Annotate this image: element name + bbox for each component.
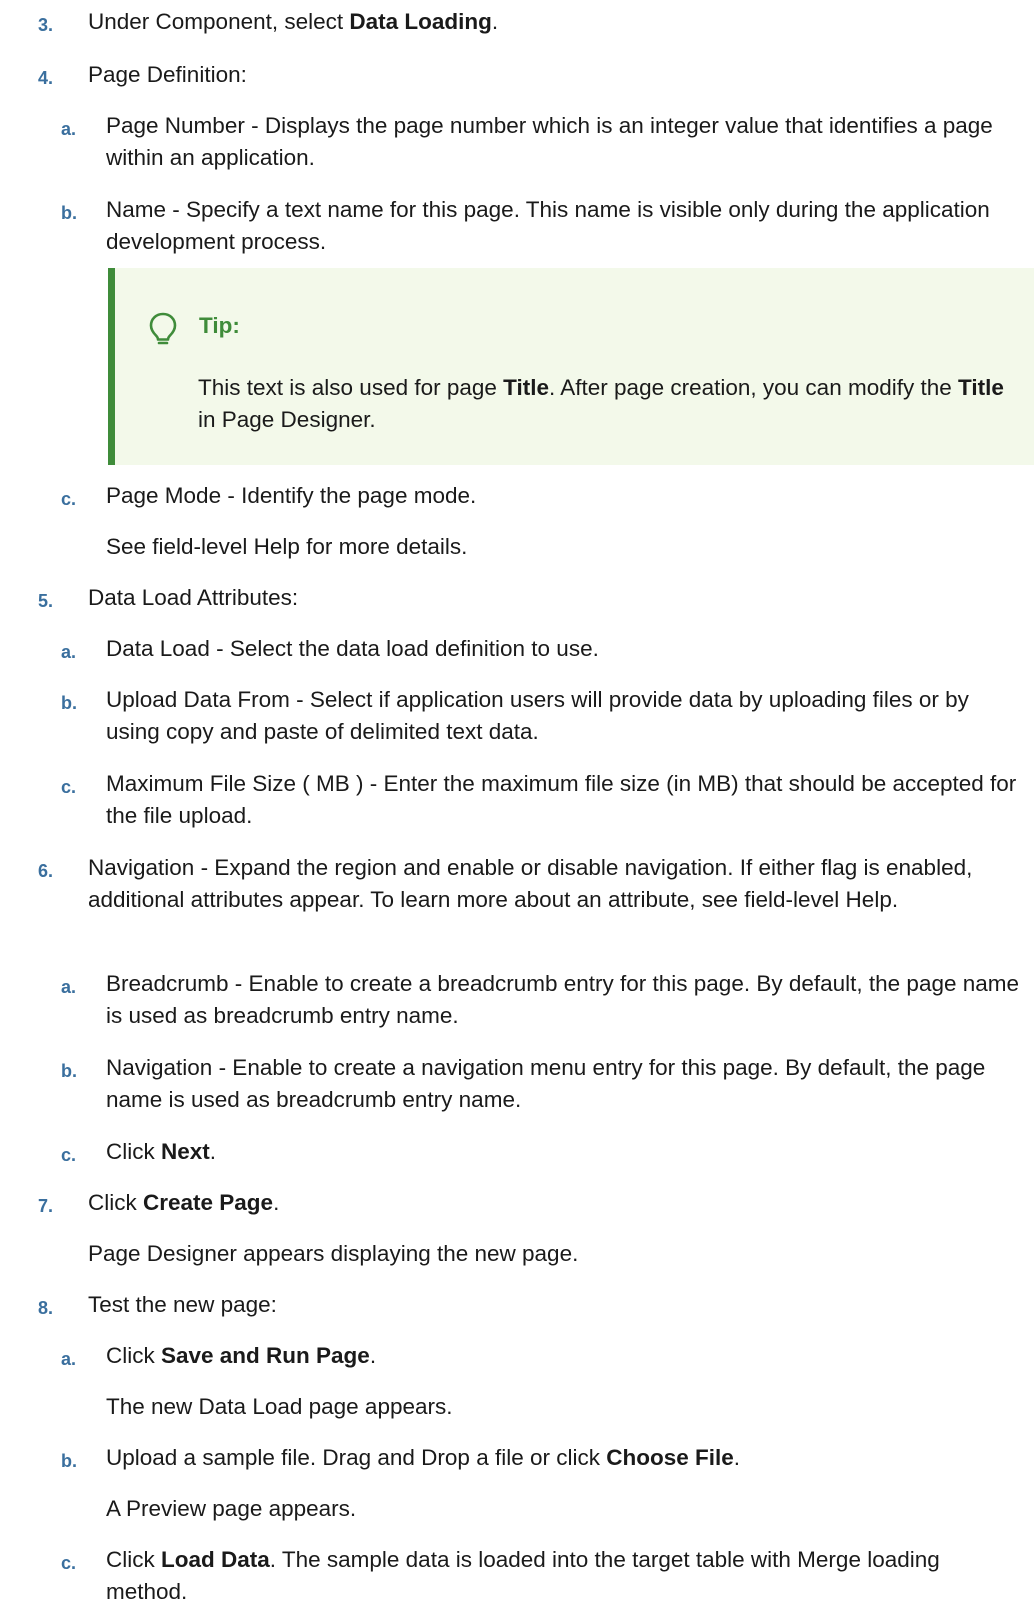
- tip-text: This text is also used for page Title. A…: [198, 375, 1004, 432]
- ui-term: Data Loading: [349, 9, 492, 34]
- substep-5b-text: Upload Data From - Select if application…: [106, 687, 969, 744]
- substep-label: a.: [61, 1349, 77, 1369]
- step-number: 7.: [38, 1196, 54, 1216]
- step-4-text: Page Definition:: [88, 62, 247, 87]
- substep-label: b.: [61, 1061, 77, 1081]
- substep-6b-text: Navigation - Enable to create a navigati…: [106, 1055, 986, 1112]
- substep-label: c.: [61, 1145, 77, 1165]
- ui-term: Save and Run Page: [161, 1343, 370, 1368]
- substep-label: a.: [61, 977, 77, 997]
- substep-6a-text: Breadcrumb - Enable to create a breadcru…: [106, 971, 1020, 1028]
- substep-label: c.: [61, 489, 77, 509]
- substep-8b-note: A Preview page appears.: [106, 1496, 357, 1521]
- step-6-text: Navigation - Expand the region and enabl…: [88, 855, 973, 912]
- step-number: 6.: [38, 861, 54, 881]
- substep-label: b.: [61, 693, 77, 713]
- substep-4b-text: Name - Specify a text name for this page…: [106, 197, 990, 254]
- substep-5c-text: Maximum File Size ( MB ) - Enter the max…: [106, 771, 1017, 828]
- substep-8a-note: The new Data Load page appears.: [106, 1394, 453, 1419]
- substep-label: a.: [61, 642, 77, 662]
- ui-term: Create Page: [143, 1190, 274, 1215]
- tip-title: Tip:: [199, 313, 240, 338]
- substep-label: a.: [61, 119, 77, 139]
- tip-callout: Tip: This text is also used for page Tit…: [108, 268, 1034, 465]
- step-5-text: Data Load Attributes:: [88, 585, 299, 610]
- substep-label: b.: [61, 1451, 77, 1471]
- substep-8c-text: Click Load Data. The sample data is load…: [106, 1547, 940, 1604]
- step-number: 3.: [38, 15, 54, 35]
- substep-label: c.: [61, 777, 77, 797]
- substep-4c-note: See field-level Help for more details.: [106, 534, 468, 559]
- document-page: 3. Under Component, select Data Loading.…: [0, 0, 1034, 1604]
- ui-term: Load Data: [161, 1547, 270, 1572]
- substep-6c-text: Click Next.: [106, 1139, 217, 1164]
- substep-label: b.: [61, 203, 77, 223]
- lightbulb-icon: [149, 312, 177, 345]
- substep-8a-text: Click Save and Run Page.: [106, 1343, 377, 1368]
- substep-label: c.: [61, 1553, 77, 1573]
- ui-term: Choose File: [606, 1445, 734, 1470]
- ui-term: Next: [161, 1139, 210, 1164]
- substep-4a-text: Page Number - Displays the page number w…: [106, 113, 993, 170]
- substep-5a-text: Data Load - Select the data load definit…: [106, 636, 599, 661]
- step-number: 8.: [38, 1298, 54, 1318]
- step-8-text: Test the new page:: [88, 1292, 277, 1317]
- step-3-text: Under Component, select Data Loading.: [88, 9, 499, 34]
- step-7-text: Click Create Page.: [88, 1190, 280, 1215]
- step-number: 5.: [38, 591, 54, 611]
- step-number: 4.: [38, 68, 54, 88]
- substep-4c-text: Page Mode - Identify the page mode.: [106, 483, 477, 508]
- substep-8b-text: Upload a sample file. Drag and Drop a fi…: [106, 1445, 741, 1470]
- step-7-note: Page Designer appears displaying the new…: [88, 1241, 579, 1266]
